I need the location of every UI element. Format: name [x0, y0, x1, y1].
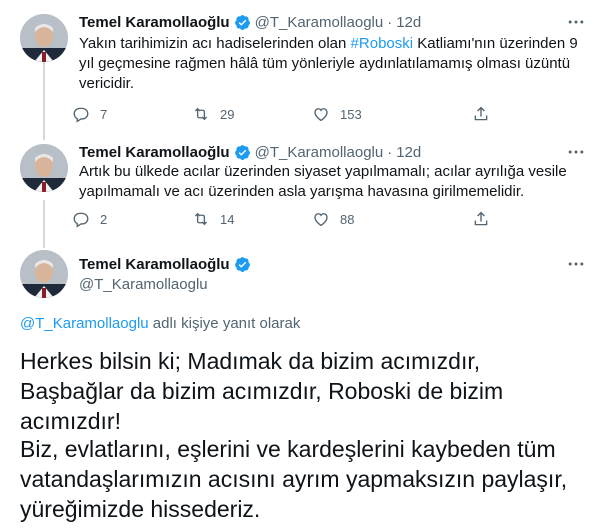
- tweet-text: Yakın tarihimizin acı hadiselerinden ola…: [79, 34, 589, 94]
- avatar[interactable]: [20, 14, 68, 62]
- reply-icon: [73, 212, 89, 228]
- more-options-icon[interactable]: [566, 12, 586, 32]
- retweet-count: 29: [220, 106, 235, 122]
- timestamp[interactable]: 12d: [396, 14, 421, 31]
- heart-icon: [314, 213, 328, 227]
- like-count: 88: [340, 211, 355, 227]
- author-name[interactable]: Temel Karamollaoğlu: [79, 14, 230, 31]
- more-options-icon[interactable]: [566, 254, 586, 274]
- reply-button[interactable]: 7: [72, 105, 107, 123]
- heart-icon: [314, 108, 328, 122]
- verified-badge-icon: [234, 14, 250, 30]
- retweet-button[interactable]: 14: [192, 210, 234, 228]
- retweet-icon: [194, 212, 208, 226]
- share-icon: [474, 106, 488, 121]
- main-tweet-paragraph-2: Biz, evlatlarını, eşlerini ve kardeşleri…: [20, 436, 568, 522]
- author-name[interactable]: Temel Karamollaoğlu: [79, 256, 230, 273]
- retweet-button[interactable]: 29: [192, 105, 234, 123]
- reply-count: 7: [100, 106, 108, 122]
- tweet-actions: 7 29 153: [72, 105, 512, 129]
- replying-suffix: adlı kişiye yanıt olarak: [148, 315, 301, 332]
- avatar[interactable]: [20, 144, 68, 192]
- like-count: 153: [340, 106, 362, 122]
- reply-count: 2: [100, 211, 108, 227]
- more-options-icon[interactable]: [566, 142, 586, 162]
- verified-badge-icon: [234, 256, 250, 272]
- like-button[interactable]: 88: [312, 210, 354, 228]
- share-button[interactable]: [472, 210, 500, 228]
- tweet-actions: 2 14 88: [72, 210, 512, 234]
- author-handle[interactable]: @T_Karamollaoglu: [79, 276, 208, 293]
- tweet[interactable]: Temel Karamollaoğlu @T_Karamollaoglu · 1…: [0, 8, 606, 138]
- reply-icon: [73, 107, 89, 123]
- timestamp[interactable]: 12d: [396, 144, 421, 161]
- like-button[interactable]: 153: [312, 105, 362, 123]
- main-tweet-paragraph-1: Herkes bilsin ki; Madımak da bizim acımı…: [20, 348, 504, 434]
- share-icon: [474, 211, 488, 226]
- retweet-icon: [194, 107, 208, 121]
- author-handle[interactable]: @T_Karamollaoglu: [255, 144, 384, 161]
- verified-badge-icon: [234, 144, 250, 160]
- replying-to: @T_Karamollaoglu adlı kişiye yanıt olara…: [20, 315, 300, 332]
- replying-mention-link[interactable]: @T_Karamollaoglu: [20, 315, 149, 332]
- tweet[interactable]: Temel Karamollaoğlu @T_Karamollaoglu · 1…: [0, 140, 606, 250]
- tweet-text-part: Yakın tarihimizin acı hadiselerinden ola…: [79, 35, 351, 52]
- reply-button[interactable]: 2: [72, 210, 107, 228]
- tweet-text: Artık bu ülkede acılar üzerinden siyaset…: [79, 163, 567, 200]
- separator-dot: ·: [387, 13, 393, 31]
- author-handle[interactable]: @T_Karamollaoglu: [255, 14, 384, 31]
- author-name[interactable]: Temel Karamollaoğlu: [79, 144, 230, 161]
- share-button[interactable]: [472, 105, 500, 123]
- retweet-count: 14: [220, 211, 235, 227]
- separator-dot: ·: [387, 143, 393, 161]
- hashtag-link[interactable]: #Roboski: [351, 35, 414, 52]
- avatar[interactable]: [20, 250, 68, 298]
